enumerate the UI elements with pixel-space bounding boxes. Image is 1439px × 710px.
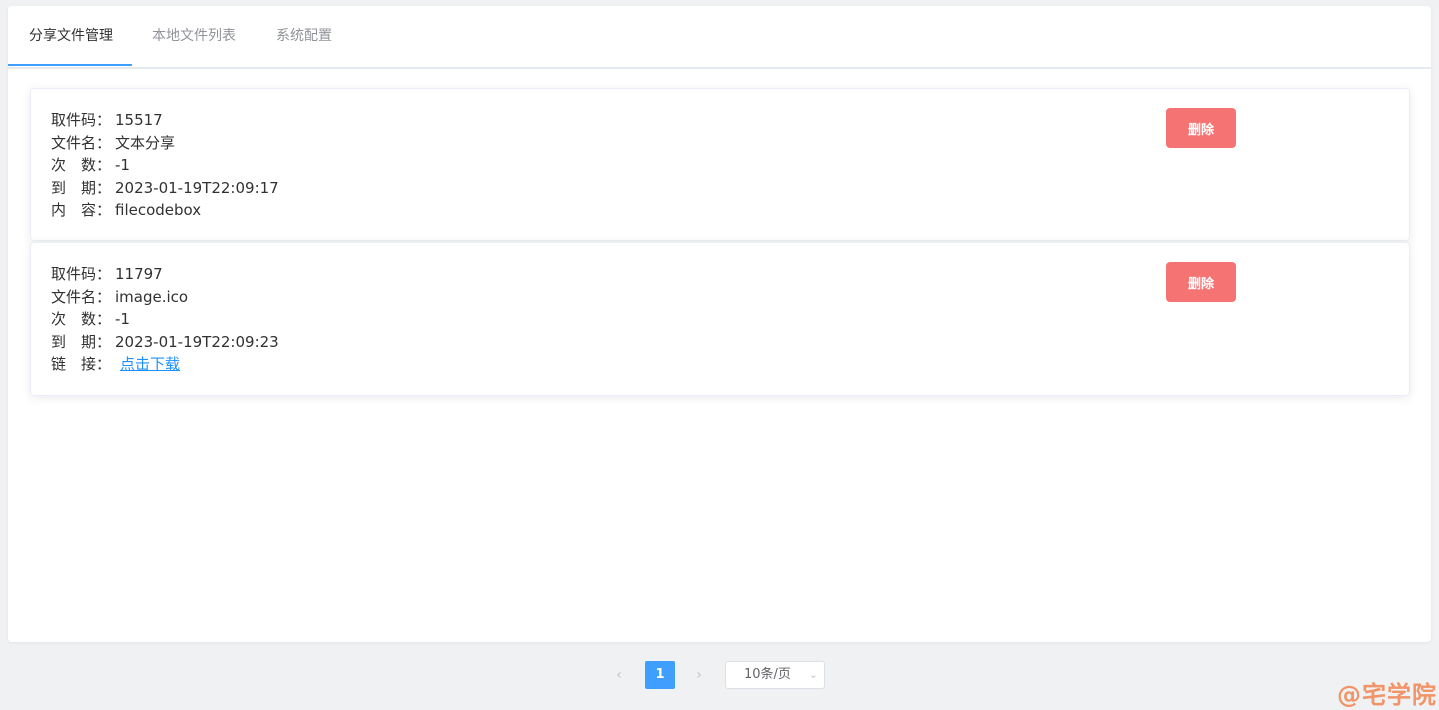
field-filename: 文件名： image.ico (51, 286, 279, 309)
field-value: -1 (115, 156, 130, 174)
tab-bar: 分享文件管理 本地文件列表 系统配置 (8, 6, 1431, 69)
field-label: 取件码： (51, 111, 112, 129)
field-expiry: 到 期： 2023-01-19T22:09:23 (51, 331, 279, 354)
field-label: 到 期： (51, 332, 112, 351)
tab-system-config[interactable]: 系统配置 (276, 6, 332, 67)
field-filename: 文件名： 文本分享 (51, 132, 279, 155)
delete-button[interactable]: 删除 (1166, 108, 1236, 148)
share-fields: 取件码： 15517 文件名： 文本分享 次 数： -1 到 期： 2023-0… (51, 109, 279, 222)
page-size-value: 10条/页 (744, 667, 791, 682)
chevron-left-icon[interactable]: ‹ (605, 661, 633, 689)
chevron-down-icon: ⌄ (808, 668, 818, 681)
field-label: 次 数： (51, 156, 112, 174)
share-card: 取件码： 11797 文件名： image.ico 次 数： -1 到 期： 2… (30, 242, 1410, 396)
chevron-right-icon[interactable]: › (685, 661, 713, 689)
field-label: 内 容： (51, 201, 112, 219)
field-value: 文本分享 (115, 133, 176, 152)
field-count: 次 数： -1 (51, 308, 279, 331)
field-label: 文件名： (51, 133, 112, 152)
field-label: 次 数： (51, 310, 112, 328)
field-code: 取件码： 11797 (51, 263, 279, 286)
field-label: 链 接： (51, 355, 112, 373)
field-value: 2023-01-19T22:09:17 (115, 178, 279, 197)
field-content: 内 容： filecodebox (51, 199, 279, 222)
tab-share-management[interactable]: 分享文件管理 (29, 6, 113, 67)
field-value: -1 (115, 310, 130, 328)
share-fields: 取件码： 11797 文件名： image.ico 次 数： -1 到 期： 2… (51, 263, 279, 376)
download-link[interactable]: 点击下载 (120, 353, 180, 376)
field-value: 2023-01-19T22:09:23 (115, 332, 279, 351)
page-size-select[interactable]: 10条/页 ⌄ (725, 661, 825, 689)
field-value: image.ico (115, 287, 189, 306)
share-card: 取件码： 15517 文件名： 文本分享 次 数： -1 到 期： 2023-0… (30, 88, 1410, 241)
main-panel: 分享文件管理 本地文件列表 系统配置 取件码： 15517 文件名： 文本分享 … (8, 6, 1431, 642)
field-expiry: 到 期： 2023-01-19T22:09:17 (51, 177, 279, 200)
tab-active-indicator (8, 64, 132, 66)
field-value: 15517 (115, 111, 163, 129)
field-code: 取件码： 15517 (51, 109, 279, 132)
field-count: 次 数： -1 (51, 154, 279, 177)
field-label: 到 期： (51, 178, 112, 197)
watermark: @宅学院 (1337, 681, 1437, 709)
field-label: 文件名： (51, 287, 112, 306)
page-number[interactable]: 1 (645, 661, 675, 689)
tab-local-files[interactable]: 本地文件列表 (152, 6, 236, 67)
field-value: 11797 (115, 265, 163, 283)
field-link: 链 接： 点击下载 (51, 353, 279, 376)
delete-button[interactable]: 删除 (1166, 262, 1236, 302)
field-label: 取件码： (51, 265, 112, 283)
field-value: filecodebox (115, 201, 202, 219)
